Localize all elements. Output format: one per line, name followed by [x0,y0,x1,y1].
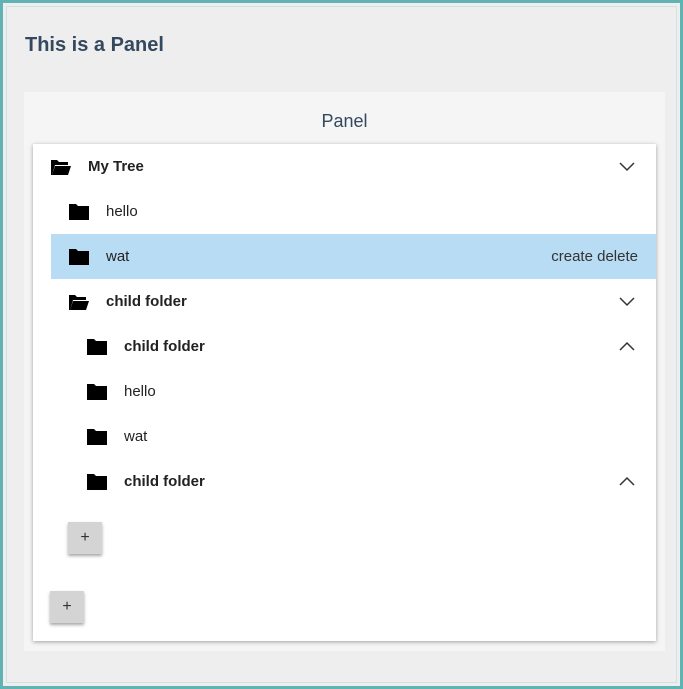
tree-folder-label: child folder [124,473,205,490]
folder-open-icon [51,158,71,176]
folder-icon [69,248,89,266]
tree-card: My Tree hello wat create delete child fo… [33,144,656,641]
delete-button[interactable]: delete [597,248,638,265]
chevron-up-icon[interactable] [618,338,636,356]
app-frame: This is a Panel Panel My Tree hello wat … [0,0,683,689]
folder-open-icon [69,293,89,311]
tree-folder-label: child folder [124,338,205,355]
page-title: This is a Panel [25,34,164,56]
tree-folder-child-folder[interactable]: child folder [87,324,656,369]
folder-icon [87,428,107,446]
tree-item-label: wat [106,248,130,265]
tree-folder-child-folder[interactable]: child folder [69,279,656,324]
add-child-button[interactable]: + [68,522,102,554]
panel: Panel My Tree hello wat create delete ch… [24,92,665,651]
tree-item-wat[interactable]: wat [87,414,656,459]
tree-folder-child-folder[interactable]: child folder [87,459,656,504]
panel-header: Panel [321,111,368,131]
create-button[interactable]: create [551,248,593,265]
folder-icon [87,383,107,401]
row-actions: create delete [551,234,638,279]
tree-root-label: My Tree [88,158,144,175]
tree-folder-label: child folder [106,293,187,310]
folder-icon [87,473,107,491]
tree-item-label: wat [124,428,148,445]
chevron-down-icon[interactable] [618,293,636,311]
tree-root-row[interactable]: My Tree [51,144,656,189]
folder-icon [87,338,107,356]
tree-item-hello[interactable]: hello [69,189,656,234]
tree-item-label: hello [124,383,156,400]
tree-item-wat-selected[interactable]: wat create delete [51,234,656,279]
folder-icon [69,203,89,221]
tree-item-hello[interactable]: hello [87,369,656,414]
chevron-down-icon[interactable] [618,158,636,176]
chevron-up-icon[interactable] [618,473,636,491]
add-root-button[interactable]: + [50,591,84,623]
tree-item-label: hello [106,203,138,220]
